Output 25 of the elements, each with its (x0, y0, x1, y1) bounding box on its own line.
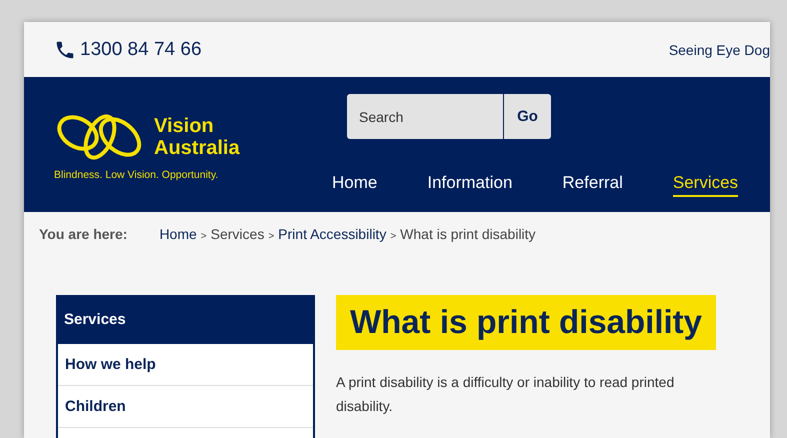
logo-tagline: Blindness. Low Vision. Opportunity. (54, 169, 218, 181)
top-link[interactable]: Seeing Eye Dog (668, 42, 770, 58)
nav-link[interactable]: Services (672, 173, 738, 197)
breadcrumb-separator: > (390, 231, 396, 242)
phone-number[interactable]: 1300 84 74 66 (80, 38, 202, 60)
logo-text: Australia (154, 137, 240, 159)
page-heading: What is print disability (336, 295, 716, 350)
paragraph-line: disability. (336, 397, 394, 416)
breadcrumb-link[interactable]: Print Accessibility (278, 226, 386, 242)
nav-link[interactable]: Referral (562, 173, 623, 197)
breadcrumb-link[interactable]: Home (159, 226, 197, 242)
nav-link[interactable]: Information (427, 173, 512, 197)
breadcrumb-separator: > (200, 231, 207, 242)
breadcrumb-text: What is print disability (400, 226, 536, 242)
nav-link[interactable]: Home (332, 173, 378, 197)
paragraph-line: A print disability is a difficulty or inability to read printed (336, 373, 676, 392)
sidebar-item[interactable]: How we help (58, 344, 313, 386)
breadcrumb-label: You are here: (39, 226, 128, 242)
search-field[interactable]: Search (347, 94, 503, 139)
logo-text: Vision (154, 115, 215, 137)
go-button[interactable]: Go (503, 94, 551, 139)
sidebar-item[interactable]: Children (58, 386, 313, 428)
breadcrumb-separator: > (268, 231, 274, 242)
breadcrumb-text: Services (210, 226, 264, 242)
sidebar-title: Services (58, 297, 313, 344)
